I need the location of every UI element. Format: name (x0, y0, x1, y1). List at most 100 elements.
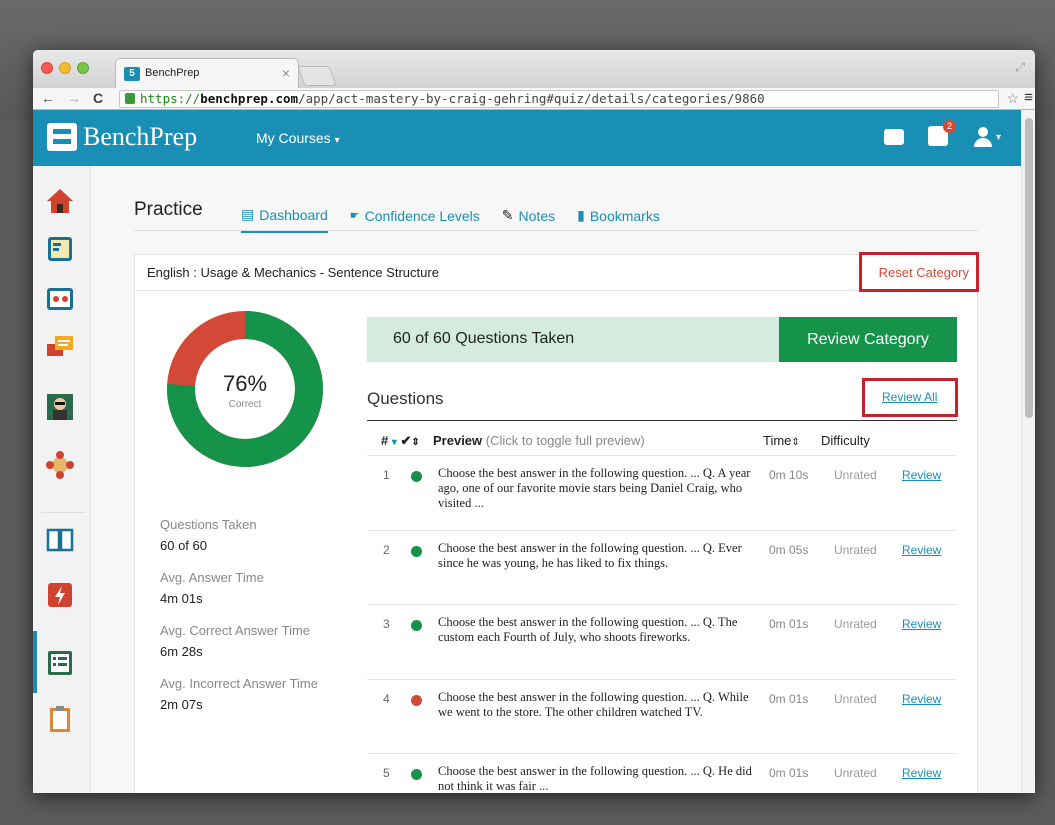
question-difficulty: Unrated (834, 617, 877, 631)
close-window-button[interactable] (41, 62, 53, 74)
clipboard-icon[interactable] (45, 704, 75, 734)
stat-value: 6m 28s (160, 644, 203, 659)
sort-down-icon: ▾ (391, 437, 397, 448)
user-menu[interactable]: ▾ (972, 126, 1001, 148)
new-tab-button[interactable] (297, 66, 337, 86)
practice-exam-icon[interactable] (45, 580, 75, 610)
question-preview[interactable]: Choose the best answer in the following … (438, 764, 754, 793)
tab-dashboard-label: Dashboard (259, 206, 328, 223)
forward-icon[interactable]: → (67, 90, 81, 106)
my-courses-dropdown[interactable]: My Courses ▾ (256, 130, 340, 146)
question-preview[interactable]: Choose the best answer in the following … (438, 615, 754, 645)
tutor-icon[interactable] (45, 392, 75, 422)
table-row[interactable]: 1 Choose the best answer in the followin… (367, 455, 957, 530)
main-content: Practice ▤ Dashboard ☛ Confidence Levels ✎… (91, 166, 1021, 793)
app-header: BenchPrep My Courses ▾ 2 ▾ (33, 110, 1021, 166)
sort-icon: ⇕ (411, 437, 420, 448)
time-column-header[interactable]: Time⇕ (763, 433, 821, 449)
stat-label: Avg. Correct Answer Time (160, 623, 311, 638)
flashcards-icon[interactable] (45, 234, 75, 264)
review-all-link[interactable]: Review All (882, 390, 937, 404)
questions-taken-text: 60 of 60 Questions Taken (393, 330, 575, 347)
lock-icon (125, 93, 135, 104)
question-number: 4 (383, 691, 390, 706)
tab-confidence-levels[interactable]: ☛ Confidence Levels (350, 206, 480, 233)
browser-window: 5 BenchPrep × ⤢ ← → C https://benchprep.… (33, 50, 1035, 793)
tab-bookmarks[interactable]: ▮ Bookmarks (577, 206, 660, 233)
question-number: 5 (383, 766, 390, 780)
check-icon: ✔ (400, 433, 412, 448)
reset-category-link[interactable]: Reset Category (879, 265, 969, 280)
num-column-header[interactable]: # ▾ ✔⇕ (381, 433, 433, 449)
stat-label: Avg. Answer Time (160, 570, 264, 585)
status-dot (411, 620, 422, 631)
practice-tabs: ▤ Dashboard ☛ Confidence Levels ✎ Notes ▮ Bo… (241, 206, 660, 233)
pencil-icon: ✎ (501, 207, 514, 223)
page-scrollbar[interactable] (1021, 110, 1035, 793)
review-link[interactable]: Review (902, 766, 941, 780)
percent-correct-label: Correct (228, 399, 262, 410)
tab-close-icon[interactable]: × (282, 65, 290, 81)
scrollbar-thumb[interactable] (1025, 118, 1033, 418)
url-host: benchprep.com (200, 91, 299, 106)
status-dot (411, 471, 422, 482)
review-category-button[interactable]: Review Category (779, 317, 957, 362)
question-preview[interactable]: Choose the best answer in the following … (438, 690, 754, 720)
discussion-icon[interactable] (45, 334, 75, 364)
zoom-window-button[interactable] (77, 62, 89, 74)
time-header-label: Time (763, 433, 792, 448)
review-link[interactable]: Review (902, 617, 941, 631)
app-logo-text[interactable]: BenchPrep (83, 122, 197, 152)
chevron-down-icon: ▾ (995, 131, 1001, 143)
review-link[interactable]: Review (902, 692, 941, 706)
questions-divider (367, 420, 957, 421)
quiz-icon[interactable] (45, 648, 75, 678)
sidebar-divider (41, 512, 85, 513)
stat-value: 60 of 60 (160, 538, 207, 553)
tab-title: BenchPrep (145, 67, 200, 79)
review-link[interactable]: Review (902, 468, 941, 482)
tab-notes-label: Notes (518, 207, 556, 224)
minimize-window-button[interactable] (59, 62, 71, 74)
status-dot (411, 694, 422, 706)
stat-value: 2m 07s (160, 697, 203, 712)
review-link[interactable]: Review (902, 543, 941, 557)
list-icon: ▤ (241, 206, 255, 222)
category-panel: English : Usage & Mechanics - Sentence S… (134, 252, 979, 793)
status-dot (411, 769, 422, 780)
questions-table-header: # ▾ ✔⇕ Preview (Click to toggle full pre… (381, 433, 961, 449)
games-icon[interactable] (45, 284, 75, 314)
notification-badge: 2 (942, 120, 956, 133)
question-preview[interactable]: Choose the best answer in the following … (438, 466, 754, 511)
benchprep-logo-icon[interactable] (47, 123, 77, 151)
book-icon[interactable] (45, 524, 75, 554)
table-row[interactable]: 3 Choose the best answer in the followin… (367, 604, 957, 679)
question-time: 0m 10s (769, 468, 809, 482)
tab-dashboard[interactable]: ▤ Dashboard (241, 206, 328, 233)
chat-icon[interactable] (883, 126, 906, 148)
tab-notes[interactable]: ✎ Notes (502, 206, 555, 233)
left-sidebar (33, 166, 91, 793)
back-icon[interactable]: ← (41, 90, 55, 106)
bookmark-star-icon[interactable]: ☆ (1006, 90, 1019, 107)
question-preview[interactable]: Choose the best answer in the following … (438, 541, 754, 571)
category-title: English : Usage & Mechanics - Sentence S… (147, 265, 439, 280)
notifications-icon[interactable]: 2 (927, 120, 956, 148)
browser-menu-icon[interactable]: ≡ (1024, 89, 1033, 106)
home-icon[interactable] (45, 186, 75, 216)
page-title: Practice (134, 199, 203, 220)
question-number: 2 (383, 542, 390, 557)
table-row[interactable]: 5 Choose the best answer in the followin… (367, 753, 957, 793)
stats-list: Questions Taken 60 of 60 Avg. Answer Tim… (160, 517, 318, 729)
question-number: 1 (383, 468, 390, 482)
browser-tab[interactable]: 5 BenchPrep × (115, 58, 299, 88)
reload-icon[interactable]: C (93, 90, 103, 106)
preview-column-header[interactable]: Preview (Click to toggle full preview) (433, 433, 763, 449)
url-bar[interactable]: https://benchprep.com/app/act-mastery-by… (119, 90, 999, 108)
study-group-icon[interactable] (45, 450, 75, 480)
fullscreen-icon[interactable]: ⤢ (1015, 60, 1025, 75)
table-row[interactable]: 4 Choose the best answer in the followin… (367, 678, 957, 754)
user-icon (972, 126, 994, 148)
questions-heading: Questions (367, 389, 444, 408)
table-row[interactable]: 2 Choose the best answer in the followin… (367, 529, 957, 605)
